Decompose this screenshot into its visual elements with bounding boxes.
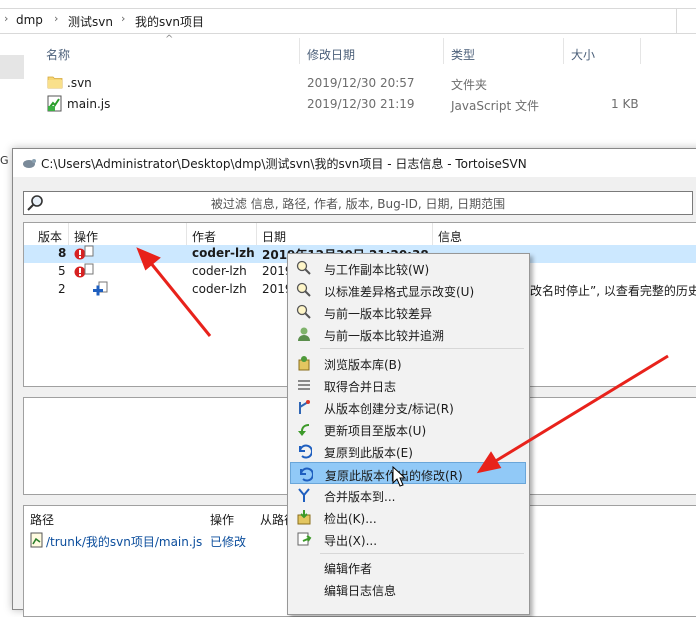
annotation-arrows bbox=[136, 247, 669, 474]
annotation-arrow-revision bbox=[136, 247, 212, 337]
annotation-arrow-menu bbox=[476, 354, 669, 474]
